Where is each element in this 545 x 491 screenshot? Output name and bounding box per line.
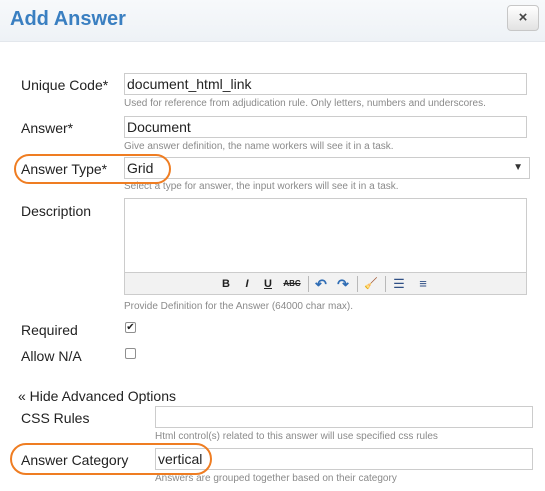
dropdown-arrow-icon: ▼ [513,162,523,173]
dialog-header: Add Answer × [0,0,545,42]
bullet-list-icon[interactable]: ☰ [391,276,407,292]
toolbar-separator [308,276,309,292]
undo-icon[interactable]: ↶ [313,276,329,292]
description-text-area[interactable] [125,199,526,272]
unique-code-hint: Used for reference from adjudication rul… [124,98,486,109]
css-rules-input[interactable] [155,406,533,428]
css-rules-label: CSS Rules [21,410,90,426]
answer-type-select[interactable]: Grid ▼ [124,157,530,179]
description-label: Description [21,203,92,219]
css-rules-hint: Html control(s) related to this answer w… [155,431,438,442]
answer-category-hint: Answers are grouped together based on th… [155,473,397,484]
answer-label: Answer* [21,120,74,136]
answer-type-value: Grid [127,160,154,176]
numbered-list-icon[interactable]: ≡ [415,276,431,292]
hide-advanced-options-link[interactable]: « Hide Advanced Options [18,388,176,404]
close-button[interactable]: × [507,5,539,31]
description-hint: Provide Definition for the Answer (64000… [124,301,353,312]
answer-type-label: Answer Type* [21,161,108,177]
answer-category-input[interactable]: vertical [155,448,533,470]
strikethrough-icon[interactable]: ABC [281,276,303,292]
allow-na-checkbox[interactable] [125,348,136,359]
unique-code-input[interactable]: document_html_link [124,73,527,95]
answer-category-label: Answer Category [21,452,129,468]
answer-type-hint: Select a type for answer, the input work… [124,181,399,192]
bold-icon[interactable]: B [219,276,233,292]
toolbar-separator [385,276,386,292]
dialog-title: Add Answer [10,8,126,30]
required-label: Required [21,322,78,338]
italic-icon[interactable]: I [241,276,253,292]
unique-code-label: Unique Code* [21,77,109,93]
answer-hint: Give answer definition, the name workers… [124,141,394,152]
description-editor[interactable]: B I U ABC ↶ ↷ 🧹 ☰ ≡ [124,198,527,295]
editor-toolbar: B I U ABC ↶ ↷ 🧹 ☰ ≡ [125,272,526,294]
close-icon: × [518,9,528,26]
redo-icon[interactable]: ↷ [335,276,351,292]
toolbar-separator [357,276,358,292]
allow-na-label: Allow N/A [21,348,82,364]
required-checkbox[interactable]: ✔ [125,322,136,333]
checkmark-icon: ✔ [126,322,135,333]
answer-input[interactable]: Document [124,116,527,138]
underline-icon[interactable]: U [261,276,275,292]
clean-format-icon[interactable]: 🧹 [363,276,379,292]
